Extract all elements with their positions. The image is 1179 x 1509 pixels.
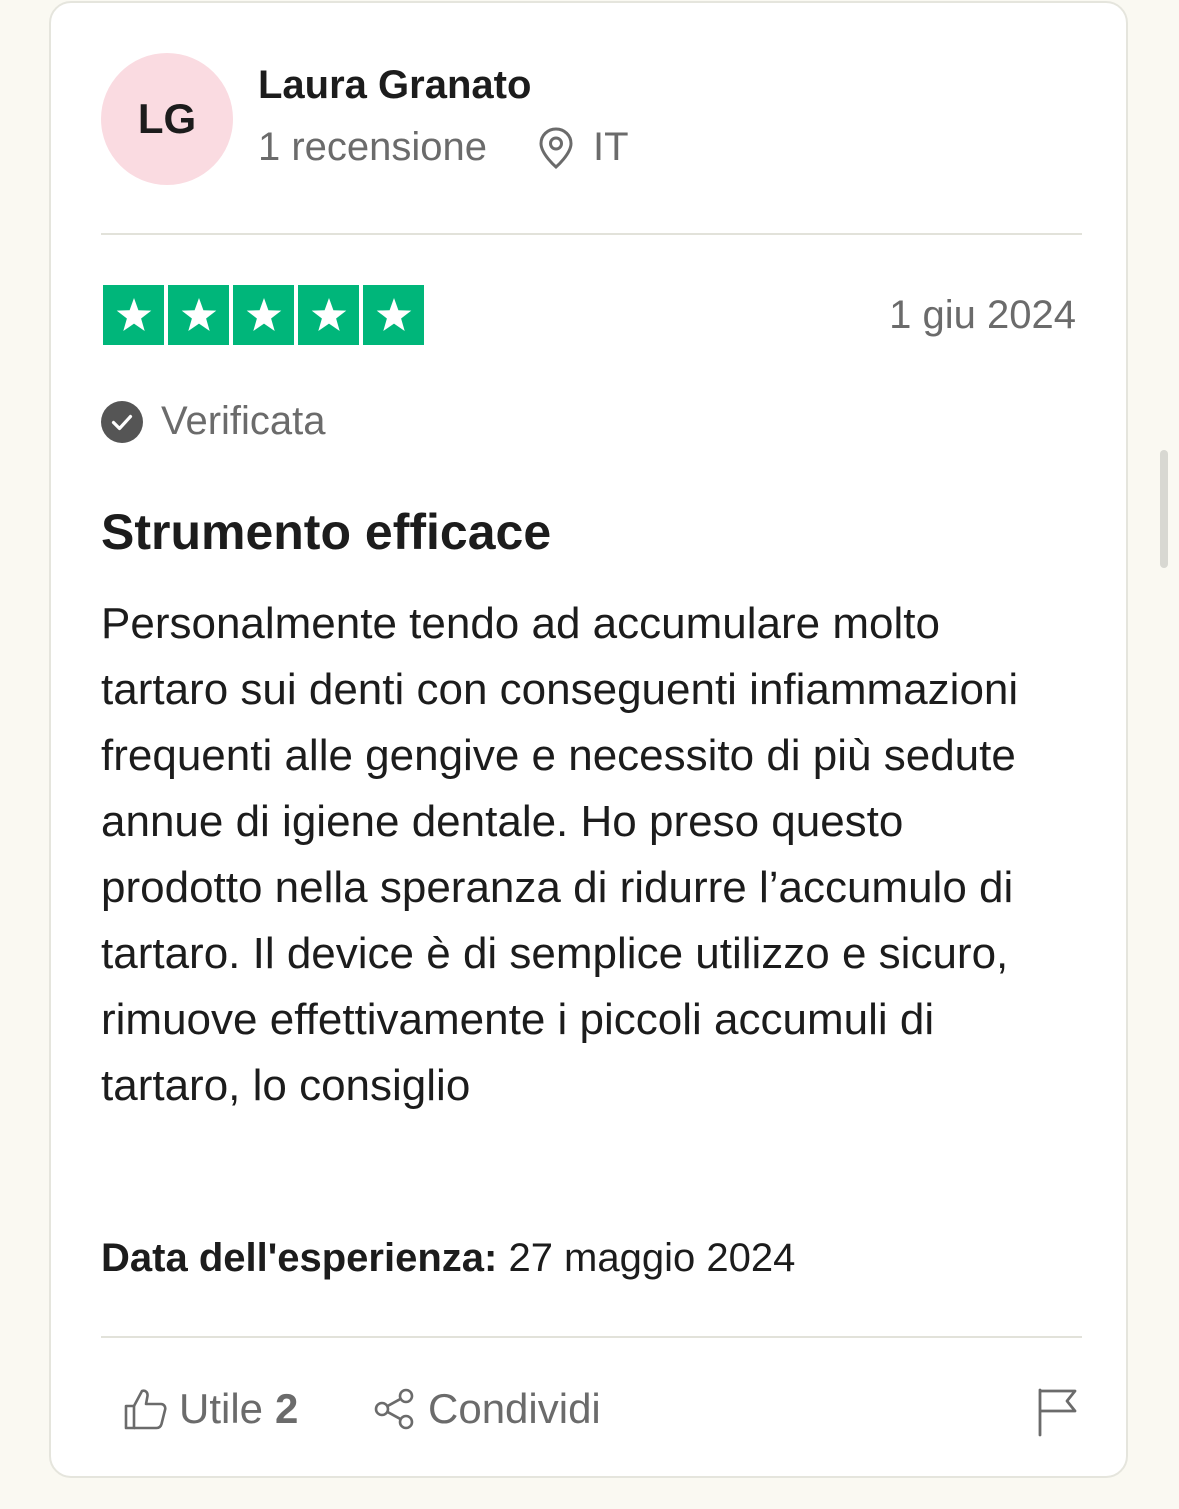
review-title: Strumento efficace bbox=[101, 504, 552, 560]
star-icon bbox=[168, 285, 229, 345]
flag-icon bbox=[1038, 1388, 1077, 1437]
star-icon bbox=[233, 285, 294, 345]
report-button[interactable] bbox=[1036, 1387, 1078, 1442]
share-icon bbox=[374, 1388, 414, 1430]
useful-button[interactable]: Utile 2 bbox=[123, 1385, 298, 1433]
check-circle-icon bbox=[101, 400, 143, 443]
verified-badge[interactable]: Verificata bbox=[101, 399, 326, 444]
share-label: Condividi bbox=[428, 1385, 601, 1432]
country-code: IT bbox=[593, 125, 629, 169]
avatar[interactable]: LG bbox=[101, 53, 233, 185]
location-pin-icon bbox=[539, 126, 573, 169]
experience-date: Data dell'esperienza: 27 maggio 2024 bbox=[101, 1236, 795, 1281]
star-icon bbox=[103, 285, 164, 345]
avatar-initials: LG bbox=[137, 95, 197, 142]
useful-count: 2 bbox=[275, 1385, 299, 1432]
share-button[interactable]: Condividi bbox=[372, 1385, 601, 1433]
star-rating bbox=[103, 285, 424, 345]
reviewer-location: IT bbox=[537, 125, 629, 170]
experience-label: Data dell'esperienza: bbox=[101, 1236, 498, 1280]
reviewer-name[interactable]: Laura Granato bbox=[258, 63, 531, 108]
reviewer-meta: 1 recensione IT bbox=[258, 125, 629, 170]
star-icon bbox=[363, 285, 424, 345]
review-body: Personalmente tendo ad accumulare molto … bbox=[101, 599, 1019, 1110]
header-divider bbox=[101, 233, 1082, 235]
experience-value: 27 maggio 2024 bbox=[508, 1236, 796, 1280]
review-card: LG Laura Granato 1 recensione IT 1 giu 2… bbox=[49, 1, 1128, 1478]
useful-label: Utile bbox=[179, 1385, 264, 1432]
scrollbar[interactable] bbox=[1160, 450, 1168, 568]
footer-divider bbox=[101, 1336, 1082, 1338]
review-count: 1 recensione bbox=[258, 125, 488, 169]
star-icon bbox=[298, 285, 359, 345]
verified-label: Verificata bbox=[161, 399, 326, 443]
thumbs-up-icon bbox=[124, 1389, 167, 1430]
review-date: 1 giu 2024 bbox=[889, 293, 1076, 337]
